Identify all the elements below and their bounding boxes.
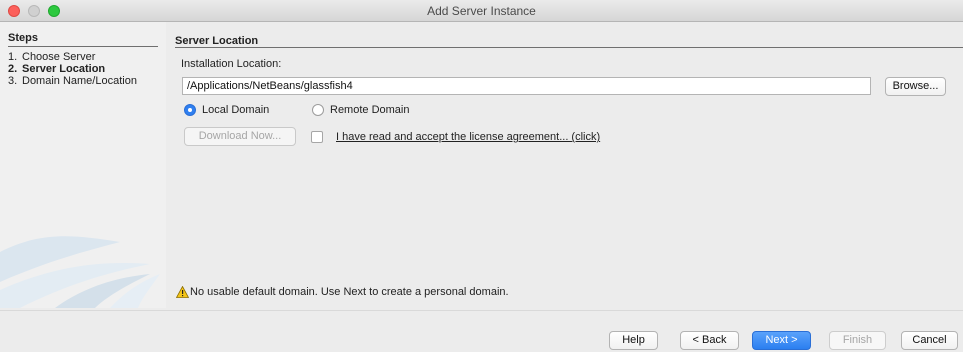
next-button[interactable]: Next >: [752, 331, 811, 350]
finish-button: Finish: [829, 331, 886, 350]
download-now-button: Download Now...: [184, 127, 296, 146]
cancel-button[interactable]: Cancel: [901, 331, 958, 350]
warning-icon: [176, 286, 189, 298]
installation-location-label: Installation Location:: [181, 58, 282, 70]
remote-domain-label: Remote Domain: [330, 104, 410, 116]
step-number: 1.: [8, 51, 18, 63]
step-number: 2.: [8, 63, 18, 75]
panel-title: Server Location: [175, 35, 259, 47]
step-number: 3.: [8, 75, 18, 87]
local-domain-radio[interactable]: Local Domain: [184, 104, 269, 116]
installation-location-input[interactable]: [182, 77, 871, 95]
warning-message: No usable default domain. Use Next to cr…: [176, 286, 509, 298]
local-domain-label: Local Domain: [202, 104, 270, 116]
step-item-choose-server: 1. Choose Server: [8, 51, 158, 63]
step-label: Server Location: [22, 63, 106, 75]
window-title: Add Server Instance: [427, 4, 536, 18]
remote-domain-radio[interactable]: Remote Domain: [312, 104, 409, 116]
footer-divider: [0, 310, 963, 311]
browse-button[interactable]: Browse...: [885, 77, 946, 96]
steps-panel: Steps 1. Choose Server 2. Server Locatio…: [0, 22, 166, 308]
radio-unselected-indicator[interactable]: [312, 104, 324, 116]
wizard-decoration-graphic: [0, 236, 160, 308]
radio-selected-indicator[interactable]: [184, 104, 196, 116]
step-label: Choose Server: [22, 51, 96, 63]
title-bar: Add Server Instance: [0, 0, 963, 22]
steps-list: 1. Choose Server 2. Server Location 3. D…: [8, 51, 158, 87]
steps-divider: [8, 46, 158, 47]
license-checkbox[interactable]: [311, 131, 323, 143]
license-agreement-link[interactable]: I have read and accept the license agree…: [336, 131, 600, 143]
warning-text: No usable default domain. Use Next to cr…: [190, 286, 509, 298]
step-item-server-location: 2. Server Location: [8, 63, 158, 75]
panel-title-divider: [175, 47, 963, 48]
step-label: Domain Name/Location: [22, 75, 137, 87]
back-button[interactable]: < Back: [680, 331, 739, 350]
steps-heading: Steps: [8, 32, 38, 44]
step-item-domain-location: 3. Domain Name/Location: [8, 75, 158, 87]
help-button[interactable]: Help: [609, 331, 658, 350]
